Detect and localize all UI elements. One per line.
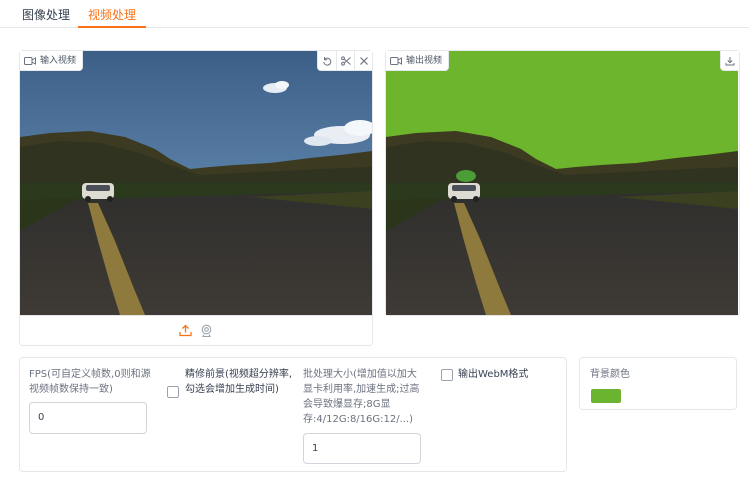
input-video-footer [20,315,372,345]
upload-icon[interactable] [179,324,192,337]
fps-label: FPS(可自定义帧数,0则和源视频帧数保持一致) [29,369,151,395]
input-video-frame[interactable] [20,51,372,315]
output-video-panel: 输出视频 [385,50,740,316]
close-icon[interactable] [354,51,372,70]
background-color-panel: 背景颜色 [579,357,737,410]
batch-size-label: 批处理大小(增加值以加大显卡利用率,加速生成;过高会导致爆显存;8G显存:4/1… [303,369,420,425]
tab-image-processing[interactable]: 图像处理 [22,6,70,28]
settings-panel: FPS(可自定义帧数,0则和源视频帧数保持一致) 0 精修前景(视频超分辨率,勾… [19,357,567,472]
refine-foreground-checkbox[interactable] [167,386,179,398]
input-video-toolbar [317,51,372,71]
input-video-panel: 输入视频 [19,50,373,346]
scissors-icon[interactable] [336,51,354,70]
input-video-label: 输入视频 [20,51,84,71]
tab-bar: 图像处理 视频处理 [0,0,749,28]
fps-input[interactable]: 0 [29,402,147,434]
input-video-image [20,51,372,315]
batch-size-input[interactable]: 1 [303,433,421,464]
output-video-toolbar [720,51,739,71]
webcam-icon[interactable] [200,324,213,337]
output-video-label-text: 输出视频 [406,55,443,66]
tab-video-processing[interactable]: 视频处理 [78,6,146,28]
undo-icon[interactable] [318,51,336,70]
output-video-frame[interactable] [386,51,738,315]
video-camera-icon [24,56,36,65]
input-video-label-text: 输入视频 [40,55,77,66]
output-video-label: 输出视频 [386,51,450,71]
webm-output-label: 输出WebM格式 [458,369,529,380]
background-color-swatch[interactable] [591,389,621,403]
background-color-label: 背景颜色 [590,369,630,380]
video-camera-icon [390,56,402,65]
download-icon[interactable] [721,51,739,70]
refine-foreground-label: 精修前景(视频超分辨率,勾选会增加生成时间) [185,369,293,395]
output-video-image [386,51,738,315]
webm-output-checkbox[interactable] [441,369,453,381]
